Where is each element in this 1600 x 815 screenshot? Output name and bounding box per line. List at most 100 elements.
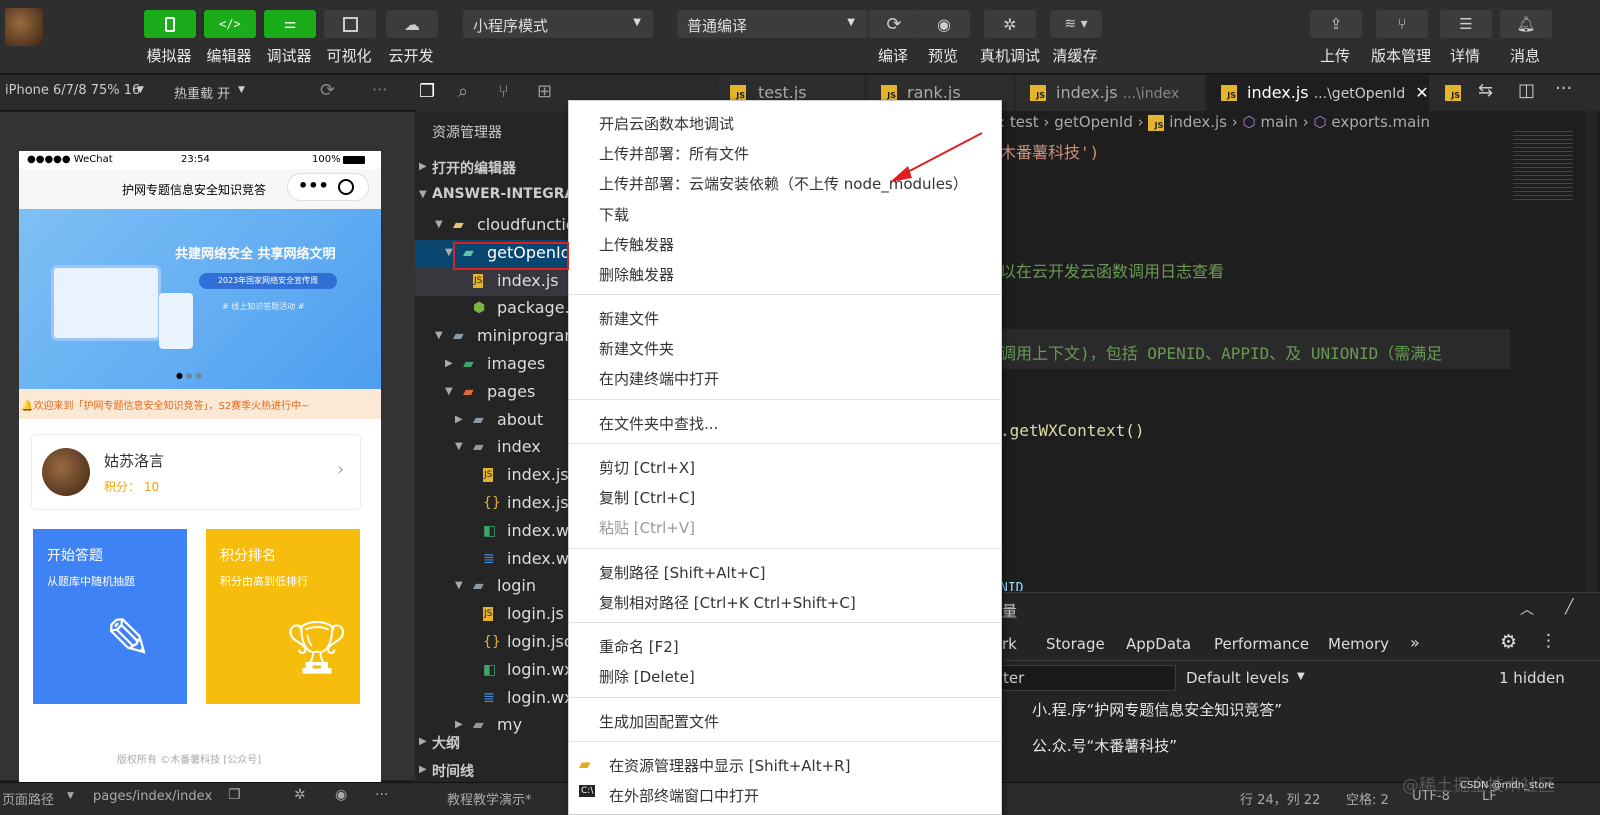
- scrollbar[interactable]: [1585, 111, 1597, 591]
- menu-item[interactable]: 下载: [599, 204, 629, 228]
- copy-icon[interactable]: ❐: [228, 787, 241, 803]
- tab-appdata[interactable]: AppData: [1126, 635, 1191, 653]
- menu-item[interactable]: 在资源管理器中显示 [Shift+Alt+R]: [609, 755, 850, 779]
- preview-button[interactable]: ◉: [918, 10, 970, 38]
- menu-item[interactable]: 开启云函数本地调试: [599, 113, 734, 137]
- extensions-icon[interactable]: ⊞: [537, 81, 552, 102]
- tree-item[interactable]: ≣ index.wxss: [415, 546, 575, 574]
- tree-item[interactable]: ▼ ▰ cloudfunctions: [415, 212, 575, 240]
- menu-item[interactable]: 删除 [Delete]: [599, 666, 695, 690]
- debugger-button[interactable]: ⚌: [264, 10, 316, 38]
- details-button[interactable]: ☰: [1440, 10, 1492, 38]
- gear-icon[interactable]: ⚙: [1500, 631, 1517, 653]
- project-section[interactable]: ▼ ANSWER-INTEGRAL-...: [415, 182, 575, 210]
- menu-item[interactable]: 在文件夹中查找...: [599, 413, 718, 437]
- banner[interactable]: 共建网络安全 共享网络文明 2023年国家网络安全宣传周 # 线上知识答题活动 …: [19, 209, 381, 389]
- tree-item[interactable]: JS index.js: [415, 462, 575, 490]
- tree-item[interactable]: ◧ login.wxml: [415, 657, 575, 685]
- menu-item[interactable]: 上传触发器: [599, 234, 674, 258]
- page-path-value[interactable]: pages/index/index: [93, 789, 212, 804]
- status-explorer-item[interactable]: 教程教学演示*: [447, 789, 532, 808]
- tree-item[interactable]: ▼ ▰ login: [415, 573, 575, 601]
- code-editor[interactable]: : test › getOpenId › JS index.js › ⬡ mai…: [1000, 111, 1600, 591]
- git-icon[interactable]: ⑂: [498, 81, 509, 102]
- cloud-button[interactable]: ☁: [386, 10, 438, 38]
- start-quiz-card[interactable]: 开始答题 从题库中随机抽题 ✎: [33, 529, 187, 704]
- tab-index-js-active[interactable]: JS index.js ...\getOpenId ✕: [1207, 75, 1429, 111]
- more-tabs-icon[interactable]: »: [1410, 633, 1420, 652]
- messages-button[interactable]: 🔔︎: [1500, 10, 1552, 38]
- js-file-icon[interactable]: JS: [1445, 85, 1461, 101]
- menu-item[interactable]: 复制相对路径 [Ctrl+K Ctrl+Shift+C]: [599, 592, 856, 616]
- tab-network[interactable]: rk: [1002, 635, 1017, 653]
- cursor-position[interactable]: 行 24，列 22: [1240, 789, 1320, 808]
- gear-icon[interactable]: ✲: [294, 787, 306, 803]
- breadcrumb-item[interactable]: index.js: [1169, 113, 1227, 131]
- kebab-icon[interactable]: ⋮: [1540, 631, 1557, 651]
- compile-select[interactable]: 普通编译 ▼: [677, 10, 867, 38]
- menu-item[interactable]: 重命名 [F2]: [599, 636, 679, 660]
- breadcrumb-item[interactable]: test: [1010, 113, 1039, 131]
- user-card[interactable]: 姑苏洛言 积分： 10 ›: [31, 434, 361, 510]
- eye-icon[interactable]: ◉: [335, 787, 347, 803]
- tab-performance[interactable]: Performance: [1214, 635, 1309, 653]
- menu-item[interactable]: 复制路径 [Shift+Alt+C]: [599, 562, 766, 586]
- more-icon[interactable]: ···: [372, 80, 387, 99]
- tab-storage[interactable]: Storage: [1046, 635, 1105, 653]
- menu-item[interactable]: 生成加固配置文件: [599, 711, 719, 735]
- avatar[interactable]: [5, 8, 43, 46]
- tree-item[interactable]: ▶ ▰ images: [415, 351, 575, 379]
- tree-item[interactable]: JS login.js: [415, 601, 575, 629]
- indent-setting[interactable]: 空格: 2: [1346, 789, 1389, 808]
- timeline-section[interactable]: ▶ 时间线: [415, 757, 575, 782]
- search-icon[interactable]: ⌕: [458, 81, 468, 102]
- capsule-button[interactable]: •••: [287, 173, 369, 201]
- tree-item[interactable]: ▶ ▰ about: [415, 407, 575, 435]
- ranking-card[interactable]: 积分排名 积分由高到低排行 🏆︎: [206, 529, 360, 704]
- menu-item[interactable]: 复制 [Ctrl+C]: [599, 487, 695, 511]
- tab-index-js[interactable]: JS index.js ...\index: [1016, 75, 1206, 111]
- clear-cache-button[interactable]: ≋ ▾: [1050, 10, 1102, 38]
- tree-item[interactable]: ⬢ package.json: [415, 295, 575, 323]
- simulator-button[interactable]: [144, 10, 196, 38]
- breadcrumb-item[interactable]: exports.main: [1331, 113, 1430, 131]
- close-icon[interactable]: ✕: [1415, 83, 1428, 102]
- chevron-up-icon[interactable]: ︿: [1520, 599, 1534, 619]
- tree-item[interactable]: ◧ index.wxml: [415, 518, 575, 546]
- split-editor-icon[interactable]: ◫: [1518, 80, 1535, 101]
- compare-icon[interactable]: ⇆: [1478, 80, 1493, 101]
- rotate-icon[interactable]: ⟳: [320, 80, 335, 101]
- menu-item[interactable]: 剪切 [Ctrl+X]: [599, 457, 695, 481]
- tree-item[interactable]: ▼ ▰ pages: [415, 379, 575, 407]
- visual-button[interactable]: [324, 10, 376, 38]
- editor-button[interactable]: </>: [204, 10, 256, 38]
- more-icon[interactable]: ···: [375, 787, 388, 803]
- breadcrumb-item[interactable]: getOpenId: [1054, 113, 1133, 131]
- menu-item[interactable]: 粘贴 [Ctrl+V]: [599, 517, 695, 541]
- upload-button[interactable]: ⇪: [1310, 10, 1362, 38]
- tree-item[interactable]: ▼ ▰ index: [415, 434, 575, 462]
- minimap[interactable]: [1513, 131, 1573, 201]
- close-icon[interactable]: ╱: [1565, 599, 1573, 615]
- menu-item[interactable]: 在外部终端窗口中打开: [609, 785, 759, 809]
- breadcrumb-item[interactable]: main: [1260, 113, 1297, 131]
- tree-item[interactable]: {} login.json: [415, 629, 575, 657]
- tab-memory[interactable]: Memory: [1328, 635, 1389, 653]
- menu-item[interactable]: 在内建终端中打开: [599, 368, 719, 392]
- filter-input[interactable]: ter: [1000, 665, 1176, 691]
- version-button[interactable]: ⑂: [1376, 10, 1428, 38]
- tree-item[interactable]: ≣ login.wxss: [415, 685, 575, 713]
- more-icon[interactable]: ···: [1555, 78, 1572, 99]
- levels-select[interactable]: Default levels: [1186, 669, 1289, 687]
- hotreload-toggle[interactable]: 热重载 开: [174, 83, 230, 102]
- tree-item[interactable]: {} index.json: [415, 490, 575, 518]
- outline-section[interactable]: ▶ 大纲: [415, 729, 575, 757]
- menu-item[interactable]: 新建文件: [599, 308, 659, 332]
- open-editors-section[interactable]: ▶ 打开的编辑器: [415, 154, 575, 182]
- remote-debug-button[interactable]: ✲: [984, 10, 1036, 38]
- device-select[interactable]: iPhone 6/7/8 75% 16: [5, 83, 140, 98]
- tree-item[interactable]: JS index.js: [415, 267, 575, 296]
- tree-item[interactable]: ▼ ▰ miniprogram: [415, 323, 575, 351]
- menu-item[interactable]: 新建文件夹: [599, 338, 674, 362]
- mode-select[interactable]: 小程序模式 ▼: [463, 10, 653, 38]
